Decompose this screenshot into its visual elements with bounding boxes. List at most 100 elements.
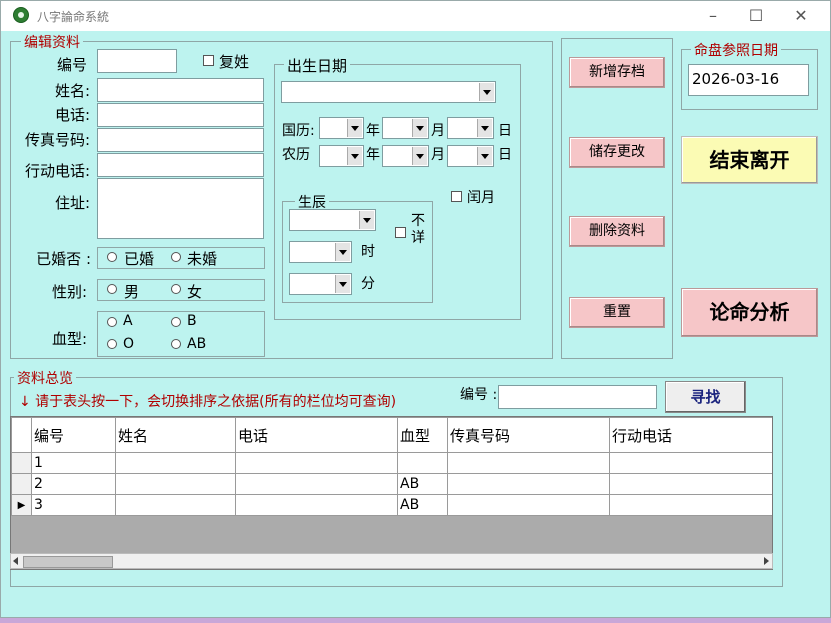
minimize-icon: – <box>709 6 717 25</box>
table-row[interactable]: 2 AB <box>11 473 772 495</box>
lunar-month-unit: 月 <box>431 147 445 163</box>
analyze-button[interactable]: 论命分析 <box>681 288 818 337</box>
table-row[interactable]: ▶ 3 AB <box>11 494 772 516</box>
table-row[interactable]: 1 <box>11 452 772 474</box>
column-header[interactable]: 行动电话 <box>609 417 772 453</box>
married-option-label: 已婚 <box>124 250 155 268</box>
birth-date-legend: 出生日期 <box>284 55 351 76</box>
blood-b-label: B <box>187 313 197 329</box>
table-cell[interactable]: 2 <box>31 473 116 495</box>
maximize-button[interactable]: ☐ <box>741 4 771 28</box>
mobile-field[interactable] <box>97 153 264 177</box>
row-selector[interactable] <box>11 452 32 474</box>
hour-unit: 时 <box>361 244 375 260</box>
lunar-day-combo[interactable] <box>447 145 494 167</box>
column-header[interactable]: 编号 <box>31 417 116 453</box>
fax-field[interactable] <box>97 128 264 152</box>
row-selector[interactable] <box>11 473 32 495</box>
table-cell[interactable]: AB <box>397 494 448 516</box>
lunar-month-combo[interactable] <box>382 145 429 167</box>
window-title: 八字論命系統 <box>37 10 110 24</box>
table-cell[interactable] <box>235 473 398 495</box>
table-cell[interactable]: 1 <box>31 452 116 474</box>
mobile-label: 行动电话: <box>24 162 90 180</box>
unmarried-option-label: 未婚 <box>187 250 218 268</box>
gender-radio-group <box>97 279 265 301</box>
scroll-thumb[interactable] <box>23 556 113 568</box>
unmarried-radio[interactable] <box>171 252 181 262</box>
address-field[interactable] <box>97 178 264 239</box>
search-label: 编号 : <box>460 387 498 403</box>
ref-date-field[interactable]: 2026-03-16 <box>688 64 809 96</box>
female-option-label: 女 <box>187 283 203 301</box>
column-header[interactable]: 传真号码 <box>447 417 610 453</box>
number-field[interactable] <box>97 49 177 73</box>
close-button[interactable]: ✕ <box>786 4 816 28</box>
table-cell[interactable]: 3 <box>31 494 116 516</box>
name-field[interactable] <box>97 78 264 102</box>
solar-year-combo[interactable] <box>319 117 364 139</box>
scroll-right-icon[interactable] <box>764 557 769 565</box>
birth-minute-combo[interactable] <box>289 273 352 295</box>
male-radio[interactable] <box>107 284 117 294</box>
birth-hour-value-combo[interactable] <box>289 241 352 263</box>
app-icon <box>13 7 29 23</box>
search-input[interactable] <box>498 385 657 409</box>
table-cell[interactable] <box>115 452 236 474</box>
minimize-button[interactable]: – <box>698 4 728 28</box>
chevron-down-icon <box>477 147 492 165</box>
table-cell[interactable] <box>115 473 236 495</box>
chevron-down-icon <box>347 147 362 165</box>
gender-label: 性别: <box>51 283 87 301</box>
reset-button[interactable]: 重置 <box>569 297 665 328</box>
married-label: 已婚否 : <box>36 250 91 268</box>
hour-unknown-checkbox[interactable] <box>395 227 406 238</box>
blood-ab-label: AB <box>187 336 207 352</box>
female-radio[interactable] <box>171 284 181 294</box>
table-cell[interactable] <box>447 473 610 495</box>
chevron-down-icon <box>347 119 362 137</box>
blood-label: 血型: <box>51 330 87 348</box>
blood-ab-radio[interactable] <box>171 339 181 349</box>
delete-record-button[interactable]: 删除资料 <box>569 216 665 247</box>
compound-surname-checkbox[interactable] <box>203 55 214 66</box>
solar-day-combo[interactable] <box>447 117 494 139</box>
blood-a-radio[interactable] <box>107 317 117 327</box>
table-cell[interactable] <box>115 494 236 516</box>
table-cell[interactable] <box>235 452 398 474</box>
table-cell[interactable]: AB <box>397 473 448 495</box>
table-cell[interactable] <box>235 494 398 516</box>
lunar-year-combo[interactable] <box>319 145 364 167</box>
married-radio[interactable] <box>107 252 117 262</box>
scroll-left-icon[interactable] <box>13 557 18 565</box>
column-header[interactable]: 姓名 <box>115 417 236 453</box>
hour-unknown-label: 不详 <box>411 213 425 246</box>
table-cell[interactable] <box>447 494 610 516</box>
table-cell[interactable] <box>397 452 448 474</box>
name-label: 姓名: <box>54 82 90 100</box>
table-cell[interactable] <box>609 452 772 474</box>
solar-month-combo[interactable] <box>382 117 429 139</box>
birth-hour-combo[interactable] <box>289 209 376 231</box>
current-row-indicator-icon[interactable]: ▶ <box>11 494 32 516</box>
blood-o-radio[interactable] <box>107 339 117 349</box>
table-cell[interactable] <box>609 494 772 516</box>
phone-field[interactable] <box>97 103 264 127</box>
add-record-button[interactable]: 新增存档 <box>569 57 665 88</box>
table-cell[interactable] <box>609 473 772 495</box>
close-icon: ✕ <box>794 6 808 25</box>
minute-unit: 分 <box>361 276 375 292</box>
title-bar: 八字論命系統 – ☐ ✕ <box>1 1 830 31</box>
solar-month-unit: 月 <box>431 123 445 139</box>
column-header[interactable]: 血型 <box>397 417 448 453</box>
find-button[interactable]: 寻找 <box>665 381 746 413</box>
exit-button[interactable]: 结束离开 <box>681 136 818 184</box>
horizontal-scrollbar[interactable] <box>10 553 773 569</box>
table-cell[interactable] <box>447 452 610 474</box>
leap-month-checkbox[interactable] <box>451 191 462 202</box>
blood-b-radio[interactable] <box>171 317 181 327</box>
column-header[interactable]: 电话 <box>235 417 398 453</box>
save-changes-button[interactable]: 储存更改 <box>569 137 665 168</box>
row-selector-header[interactable] <box>11 417 32 453</box>
birth-date-combo[interactable] <box>281 81 496 103</box>
